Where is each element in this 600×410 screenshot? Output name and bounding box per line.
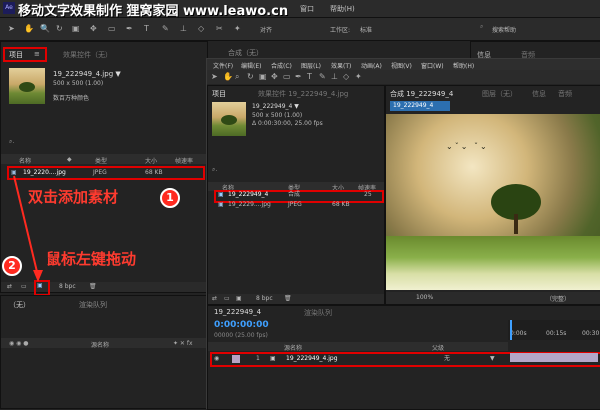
drag-arrows bbox=[13, 175, 43, 282]
drag-arrow-line bbox=[13, 175, 39, 277]
drag-arrow-head bbox=[33, 270, 43, 282]
